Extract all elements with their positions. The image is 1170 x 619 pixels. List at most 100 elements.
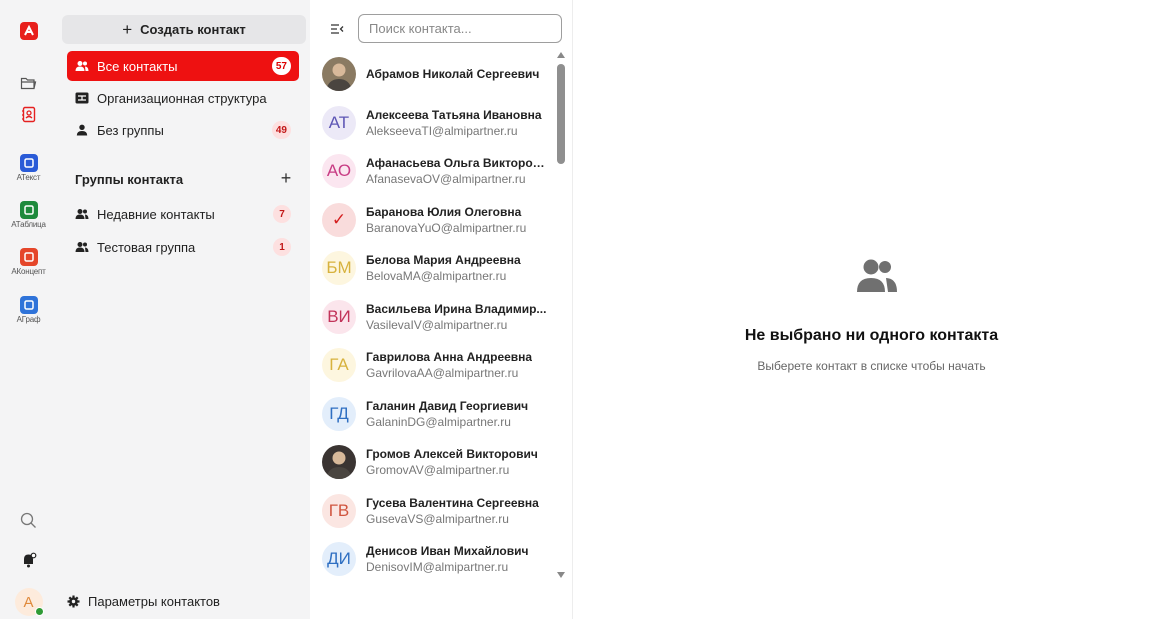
contact-list-item[interactable]: АО Афанасьева Ольга Викторов... AfanasevaO… (322, 147, 558, 195)
atable-app-icon (19, 201, 38, 219)
nav-org-structure[interactable]: Организационная структура (67, 83, 299, 113)
rail-app-label: АКонцепт (11, 267, 46, 276)
org-structure-icon (75, 91, 89, 105)
add-group-button[interactable]: + (276, 168, 296, 188)
atext-app-icon (19, 154, 38, 172)
rail-app-2[interactable]: АКонцепт (0, 248, 57, 276)
collapse-panel-icon[interactable] (330, 22, 344, 36)
rail-app-1[interactable]: АТаблица (0, 201, 57, 229)
contact-list-item[interactable]: ✓ Баранова Юлия Олеговна BaranovaYuO@almip… (322, 196, 558, 244)
contact-details-empty-state: Не выбрано ни одного контакта Выберете к… (573, 0, 1170, 619)
avatar-initials: БМ (326, 258, 352, 277)
contact-text: Громов Алексей Викторович GromovAV@almipa… (366, 447, 538, 477)
contacts-button[interactable] (0, 106, 57, 128)
contact-email: AlekseevaTI@almipartner.ru (366, 123, 518, 138)
group-recent-contacts[interactable]: Недавние контакты 7 (67, 199, 299, 229)
notifications-button[interactable] (0, 552, 57, 573)
contact-email: GusevaVS@almipartner.ru (366, 511, 509, 526)
rail-app-0[interactable]: АТекст (0, 154, 57, 182)
contact-list-item[interactable]: ГД Галанин Давид Георгиевич GalaninDG@almi… (322, 390, 558, 438)
contact-list-item[interactable]: ГВ Гусева Валентина Сергеевна GusevaVS@alm… (322, 487, 558, 535)
contacts-settings-button[interactable]: Параметры контактов (67, 594, 220, 609)
avatar-initials: ВИ (327, 306, 351, 326)
group-test-group[interactable]: Тестовая группа 1 (67, 232, 299, 262)
contact-initials-avatar: БМ (322, 251, 356, 285)
nav-no-group[interactable]: Без группы 49 (67, 115, 299, 145)
create-contact-button[interactable]: + Создать контакт (62, 15, 306, 44)
contact-email: VasilevaIV@almipartner.ru (366, 317, 508, 332)
contact-initials-avatar: ГД (322, 396, 356, 431)
contact-list-item[interactable]: БМ Белова Мария Андреевна BelovaMA@almipar… (322, 244, 558, 292)
test-group-count-badge: 1 (273, 238, 291, 256)
contact-initials-avatar: ДИ (322, 542, 356, 576)
avatar: A (14, 588, 44, 616)
contact-initials-avatar: АТ (322, 105, 356, 140)
avatar-initials: АТ (328, 112, 350, 132)
plus-icon: + (280, 167, 292, 188)
contact-name: Громов Алексей Викторович (366, 447, 538, 461)
contacts-app: АТекст АТаблица АКонцепт АГраф A + Создать … (0, 0, 1170, 619)
people-icon (75, 59, 89, 73)
contact-book-icon (21, 106, 37, 128)
scrollbar-thumb[interactable] (557, 64, 565, 164)
scroll-up-arrow-icon[interactable] (557, 52, 565, 58)
alfa-logo-icon (19, 22, 38, 40)
rail-app-label: АТекст (16, 173, 41, 182)
avatar-initials: ✓ (331, 209, 347, 229)
group-recent-label: Недавние контакты (97, 206, 215, 222)
contact-list-item[interactable]: ДИ Денисов Иван Михайлович DenisovIM@almip… (322, 535, 558, 583)
contact-text: Белова Мария Андреевна BelovaMA@almipartn… (366, 253, 521, 283)
bell-icon (21, 552, 37, 573)
contacts-scrollbar[interactable] (555, 50, 567, 580)
contact-photo-avatar (322, 445, 356, 479)
contact-list-item[interactable]: ГА Гаврилова Анна Андреевна GavrilovaAA@al… (322, 341, 558, 389)
scroll-down-arrow-icon[interactable] (557, 572, 565, 578)
contact-email: GromovAV@almipartner.ru (366, 463, 510, 477)
contact-text: Гаврилова Анна Андреевна GavrilovaAA@almi… (366, 350, 532, 380)
app-rail: АТекст АТаблица АКонцепт АГраф A (0, 0, 57, 619)
contact-list-item[interactable]: АТ Алексеева Татьяна Ивановна AlekseevaTI@… (322, 99, 558, 147)
contact-name: Гусева Валентина Сергеевна (366, 495, 539, 510)
rail-app-label: АТаблица (11, 220, 46, 229)
rail-app-3[interactable]: АГраф (0, 296, 57, 324)
contact-name: Денисов Иван Михайлович (366, 544, 529, 558)
contact-text: Афанасьева Ольга Викторов... AfanasevaOV@… (366, 156, 548, 186)
documents-button[interactable] (0, 76, 57, 96)
aconcept-app-icon (19, 248, 38, 266)
contact-name: Галанин Давид Георгиевич (366, 398, 529, 413)
contact-text: Денисов Иван Михайлович DenisovIM@almipar… (366, 544, 528, 574)
online-status-dot (34, 607, 44, 616)
contact-name: Васильева Ирина Владимир... (366, 301, 547, 316)
empty-state-title: Не выбрано ни одного контакта (744, 327, 999, 344)
contact-initials-avatar: ВИ (322, 299, 356, 334)
contacts-settings-label: Параметры контактов (88, 594, 220, 609)
contact-name: Алексеева Татьяна Ивановна (366, 107, 542, 122)
search-contact-input[interactable] (358, 14, 562, 43)
search-icon (20, 512, 37, 534)
contact-initials-avatar: ГА (322, 348, 356, 382)
contact-email: BelovaMA@almipartner.ru (366, 269, 507, 283)
contact-name: Абрамов Николай Сергеевич (366, 67, 540, 81)
contact-groups-title: Группы контакта (75, 172, 184, 187)
nav-org-structure-label: Организационная структура (97, 90, 267, 106)
contact-photo-avatar (322, 57, 356, 91)
agraph-app-icon (19, 296, 38, 314)
contact-email: DenisovIM@almipartner.ru (366, 560, 509, 574)
user-avatar-button[interactable]: A (0, 588, 57, 616)
all-contacts-count-badge: 57 (271, 57, 291, 75)
home-logo-button[interactable] (0, 22, 57, 40)
contact-list-item[interactable]: Абрамов Николай Сергеевич (322, 50, 558, 98)
avatar-initials: ГД (329, 403, 349, 423)
search-button[interactable] (0, 512, 57, 534)
contact-text: Галанин Давид Георгиевич GalaninDG@almipa… (366, 399, 528, 429)
contact-text: Васильева Ирина Владимир... VasilevaIV@al… (366, 302, 546, 332)
nav-all-contacts[interactable]: Все контакты 57 (67, 51, 299, 81)
contact-list-item[interactable]: Громов Алексей Викторович GromovAV@almipa… (322, 438, 558, 486)
contact-text: Абрамов Николай Сергеевич (366, 67, 539, 81)
avatar-initials: АО (326, 161, 352, 180)
contact-name: Гаврилова Анна Андреевна (366, 350, 533, 364)
create-contact-label: Создать контакт (140, 22, 246, 37)
avatar-initials: ДИ (327, 549, 351, 568)
contact-list-item[interactable]: ВИ Васильева Ирина Владимир... VasilevaIV@… (322, 293, 558, 341)
group-test-label: Тестовая группа (97, 239, 196, 255)
